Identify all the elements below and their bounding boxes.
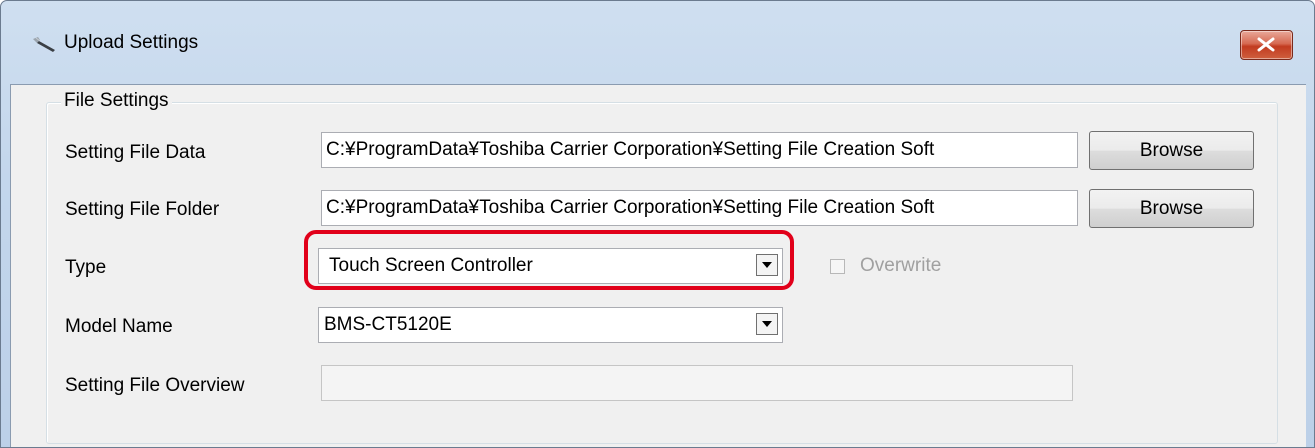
setting-file-overview-label: Setting File Overview xyxy=(65,375,245,396)
browse-file-folder-button[interactable]: Browse xyxy=(1089,189,1254,228)
close-icon xyxy=(1257,37,1275,52)
setting-file-folder-field[interactable]: C:¥ProgramData¥Toshiba Carrier Corporati… xyxy=(321,190,1078,226)
overwrite-label: Overwrite xyxy=(860,255,942,276)
model-name-dropdown[interactable]: BMS-CT5120E xyxy=(318,307,783,343)
close-button[interactable] xyxy=(1240,30,1293,60)
setting-file-folder-label: Setting File Folder xyxy=(65,199,220,220)
type-label: Type xyxy=(65,257,107,278)
title-bar[interactable]: Upload Settings xyxy=(1,1,1314,87)
browse-file-data-button[interactable]: Browse xyxy=(1089,131,1254,170)
model-name-label: Model Name xyxy=(65,316,173,337)
chevron-down-icon xyxy=(762,321,772,327)
overwrite-checkbox[interactable] xyxy=(830,259,845,274)
file-settings-legend: File Settings xyxy=(61,90,172,112)
setting-file-data-label: Setting File Data xyxy=(65,142,206,163)
model-name-dropdown-toggle[interactable] xyxy=(756,313,778,335)
upload-settings-window: Upload Settings File Settings Setting Fi… xyxy=(0,0,1315,448)
dialog-client-area: File Settings Setting File Data C:¥Progr… xyxy=(10,84,1306,447)
type-highlight-box xyxy=(304,230,794,290)
setting-file-data-field[interactable]: C:¥ProgramData¥Toshiba Carrier Corporati… xyxy=(321,132,1078,168)
setting-file-overview-field[interactable] xyxy=(321,365,1073,401)
model-name-selected-value: BMS-CT5120E xyxy=(324,314,452,335)
wrench-icon xyxy=(33,37,55,52)
window-title: Upload Settings xyxy=(64,32,199,53)
